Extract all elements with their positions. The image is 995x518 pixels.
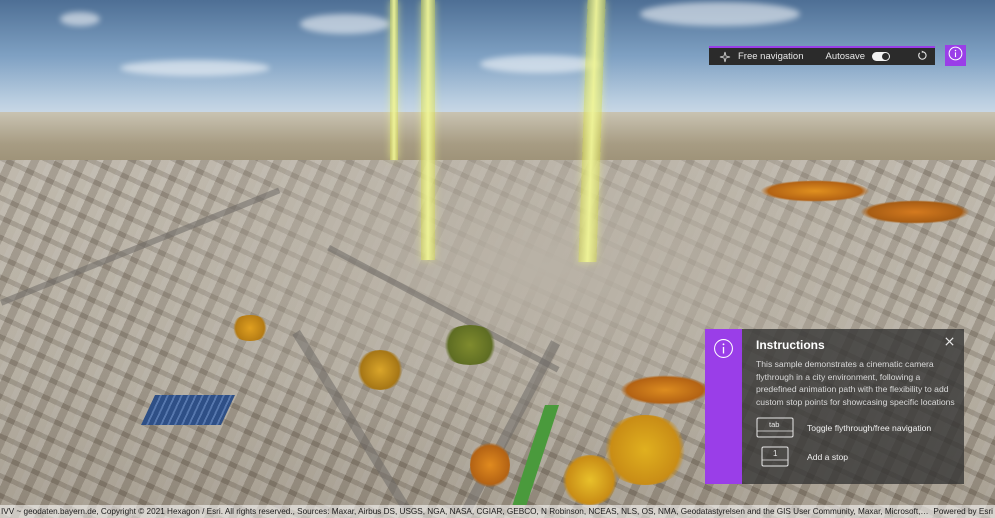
panel-title: Instructions: [756, 338, 825, 352]
autumn-tree: [560, 455, 620, 505]
one-key-icon: 1: [756, 446, 794, 467]
shortcut-toggle-label: Toggle flythrough/free navigation: [807, 422, 932, 433]
shortcut-add-stop-label: Add a stop: [807, 451, 849, 462]
attribution-bar: IVV ~ geodaten.bayern.de, Copyright © 20…: [0, 505, 995, 518]
powered-by-esri-link[interactable]: Powered by Esri: [929, 505, 995, 518]
cloud: [640, 2, 800, 26]
stop-marker-beam: [421, 0, 435, 260]
cloud: [480, 55, 600, 73]
panel-body: Instructions This sample demonstrates a …: [742, 329, 964, 484]
tab-key-label: tab: [769, 420, 779, 429]
one-key-label: 1: [773, 449, 778, 458]
autumn-tree: [470, 440, 510, 490]
reset-icon: [917, 50, 928, 64]
shortcut-row: 1 Add a stop: [756, 446, 956, 467]
autosave-toggle[interactable]: [872, 52, 891, 61]
autumn-tree: [355, 350, 405, 390]
cloud: [60, 12, 100, 26]
close-icon: [944, 334, 955, 351]
autumn-tree: [620, 375, 710, 405]
autumn-tree: [760, 180, 870, 202]
navigation-mode-button[interactable]: Free navigation: [719, 51, 803, 63]
info-icon: [948, 46, 963, 66]
cloud: [300, 14, 390, 34]
compass-icon: [719, 51, 731, 63]
panel-description: This sample demonstrates a cinematic cam…: [756, 359, 955, 407]
stop-marker-beam: [390, 0, 398, 160]
navigation-mode-label: Free navigation: [738, 51, 804, 62]
info-button[interactable]: [945, 45, 966, 66]
autumn-tree: [440, 325, 500, 365]
panel-accent-strip: [705, 329, 742, 484]
autosave-label: Autosave: [825, 51, 866, 62]
toggle-knob: [882, 53, 890, 60]
autumn-tree: [860, 200, 970, 224]
close-button[interactable]: [944, 334, 956, 346]
tab-key-icon: tab: [756, 417, 794, 438]
autumn-tree: [230, 315, 270, 341]
reset-button[interactable]: [915, 50, 929, 64]
instructions-panel: Instructions This sample demonstrates a …: [705, 329, 964, 484]
info-icon: [713, 338, 734, 484]
shortcut-row: tab Toggle flythrough/free navigation: [756, 417, 956, 438]
attribution-text[interactable]: IVV ~ geodaten.bayern.de, Copyright © 20…: [0, 505, 929, 518]
cloud: [120, 60, 270, 76]
navigation-toolbar: Free navigation Autosave: [709, 46, 935, 65]
solar-roof: [141, 395, 235, 425]
